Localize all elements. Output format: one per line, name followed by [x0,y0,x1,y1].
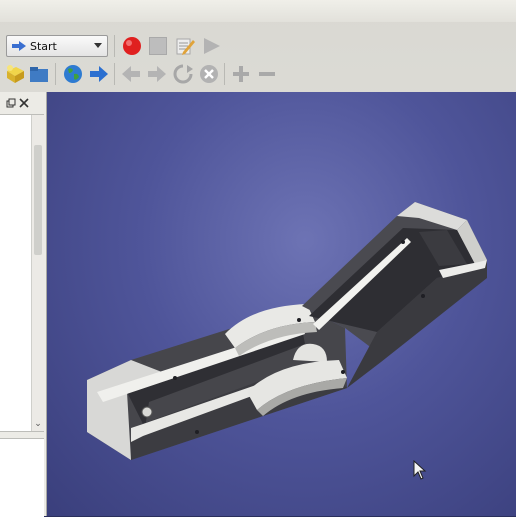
chevron-down-icon[interactable]: ⌄ [33,419,43,429]
toolbar-row-workbench: Start [0,32,516,60]
workbench-selected-label: Start [30,39,57,53]
float-icon[interactable] [6,98,16,108]
model-pin [141,406,153,418]
new-document-icon[interactable] [4,63,26,85]
model-hole [195,430,199,434]
toolbar-row-navigation [0,60,516,88]
property-view[interactable] [0,438,44,517]
forward-nav-icon[interactable] [146,63,168,85]
zoom-out-icon[interactable] [256,63,278,85]
toolbar-separator [55,63,56,85]
record-macro-icon[interactable] [121,35,143,57]
edit-macro-icon[interactable] [174,35,196,57]
mouse-cursor-icon [413,460,427,480]
play-macro-icon[interactable] [200,35,222,57]
globe-icon[interactable] [62,63,84,85]
model-hole [173,376,177,380]
back-nav-icon[interactable] [120,63,142,85]
chevron-down-icon [94,43,102,48]
model-hole [421,294,425,298]
toolbar-separator [114,35,115,57]
toolbar-separator [114,63,115,85]
model-hole [297,318,301,322]
model-tree[interactable]: ⌄ [0,114,44,432]
forward-arrow-icon[interactable] [88,63,110,85]
panel-header [0,94,46,112]
model-hole [341,370,345,374]
combo-view-panel: ⌄ [0,92,47,517]
zoom-in-icon[interactable] [230,63,252,85]
3d-viewport[interactable] [47,92,516,516]
model-hole [401,240,405,244]
close-icon[interactable] [19,98,29,108]
3d-model [87,202,487,460]
toolbar-separator [224,63,225,85]
freecad-window: Start ⌄ [0,0,516,517]
open-folder-icon[interactable] [28,63,50,85]
workbench-arrow-icon [12,41,26,51]
scrollbar-thumb[interactable] [34,145,42,255]
tree-scrollbar[interactable]: ⌄ [31,115,44,431]
stop-load-icon[interactable] [198,63,220,85]
refresh-icon[interactable] [172,63,194,85]
window-top-edge [0,0,516,22]
stop-macro-icon[interactable] [147,35,169,57]
workbench-selector[interactable]: Start [6,35,108,57]
